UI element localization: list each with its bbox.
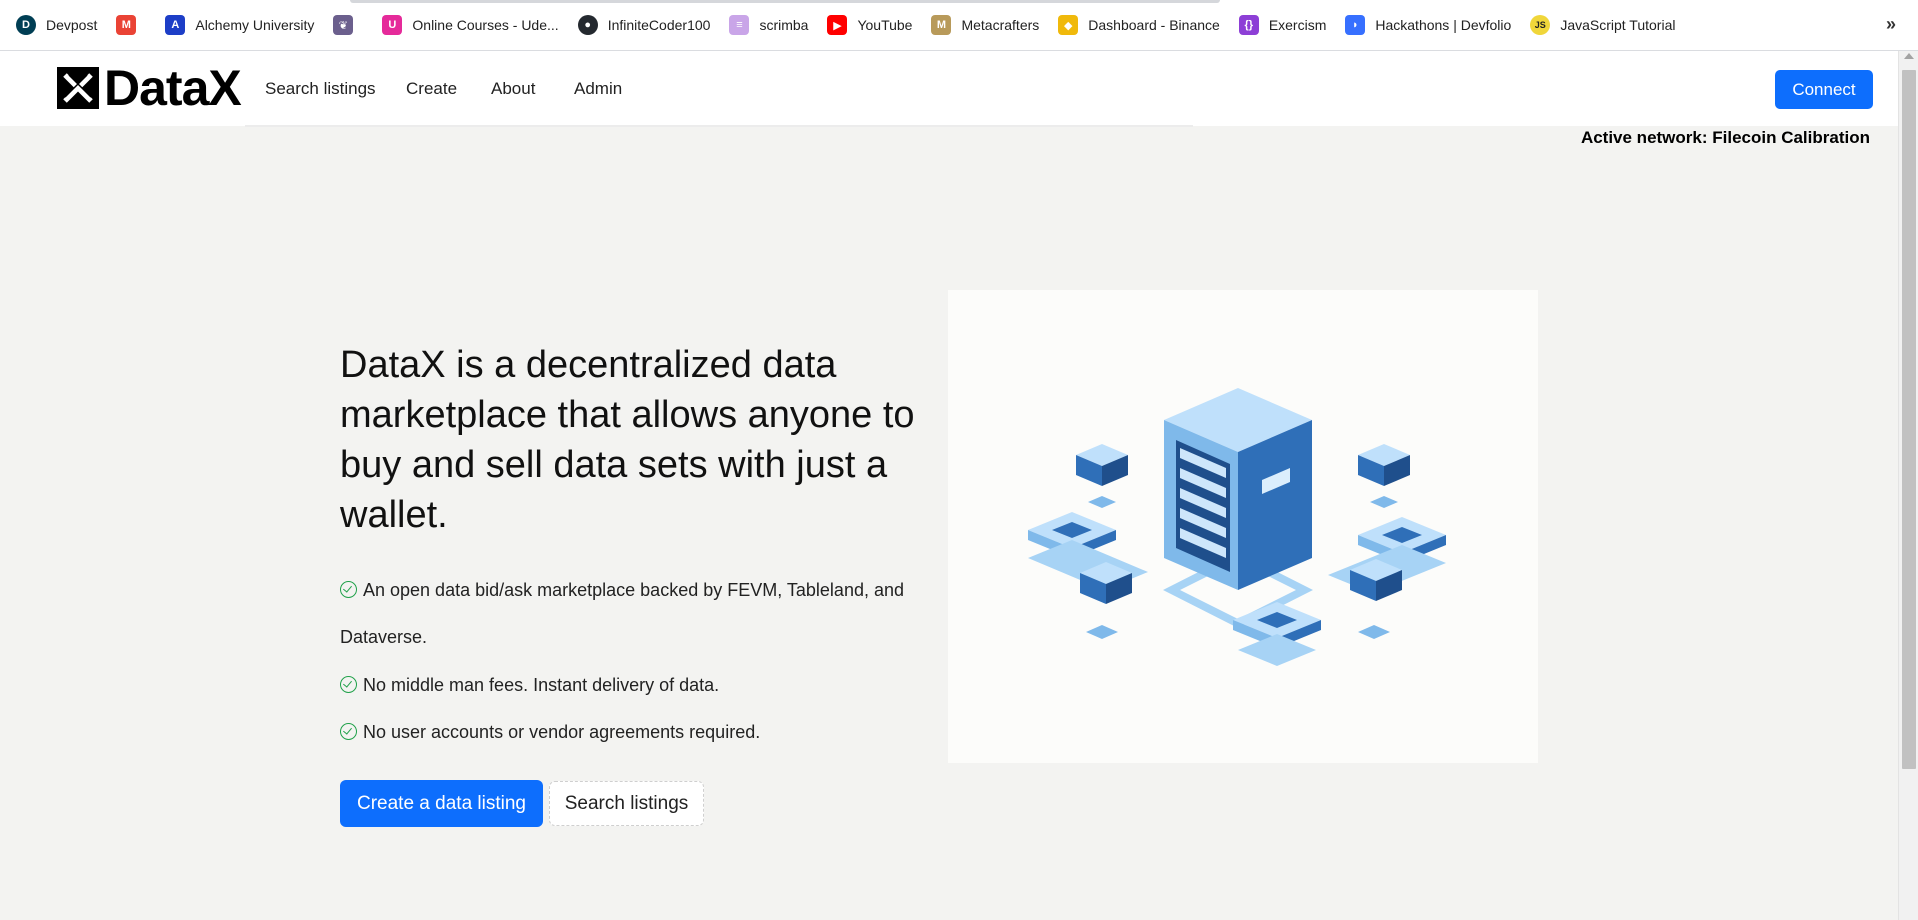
bird-icon: ❦: [333, 15, 354, 35]
bookmark-dashboard-binance[interactable]: ◆ Dashboard - Binance: [1058, 0, 1220, 51]
bookmark-infinitecoder100[interactable]: ● InfiniteCoder100: [577, 0, 711, 51]
check-circle-icon: [340, 581, 357, 598]
bookmark-gmail[interactable]: M: [116, 0, 146, 51]
bookmark-label: Metacrafters: [961, 17, 1040, 33]
bookmark-label: Dashboard - Binance: [1088, 17, 1220, 33]
nav-create[interactable]: Create: [406, 79, 457, 99]
bookmark-label: scrimba: [759, 17, 809, 33]
feature-item: An open data bid/ask marketplace backed …: [340, 567, 940, 661]
feature-text: No user accounts or vendor agreements re…: [363, 722, 761, 742]
bookmark-alchemy-university[interactable]: A Alchemy University: [165, 0, 314, 51]
bookmark-label: YouTube: [857, 17, 913, 33]
feature-item: No user accounts or vendor agreements re…: [340, 709, 760, 756]
connect-button[interactable]: Connect: [1775, 70, 1873, 109]
navbar: DataX Search listings Create About Admin…: [0, 51, 1898, 126]
scrimba-icon: ≡: [729, 15, 750, 35]
exercism-icon: {}: [1238, 15, 1259, 35]
feature-text: No middle man fees. Instant delivery of …: [363, 675, 720, 695]
bookmark-label: Devpost: [46, 17, 98, 33]
udemy-icon: U: [382, 15, 403, 35]
youtube-icon: ▶: [827, 15, 848, 35]
nav-about[interactable]: About: [491, 79, 535, 99]
check-circle-icon: [340, 723, 357, 740]
logo-text: DataX: [104, 60, 242, 116]
active-network-label: Active network: Filecoin Calibration: [1580, 128, 1870, 147]
javascript-icon: JS: [1530, 15, 1551, 35]
bookmark-exercism[interactable]: {} Exercism: [1238, 0, 1327, 51]
navbar-divider: [245, 125, 1193, 127]
server-illustration: [948, 290, 1538, 763]
bookmark-label: Online Courses - Ude...: [412, 17, 559, 33]
scrollbar-thumb[interactable]: [1902, 70, 1916, 769]
bookmarks-overflow-button[interactable]: »: [1886, 14, 1896, 35]
check-circle-icon: [340, 676, 357, 693]
logo[interactable]: DataX: [57, 60, 242, 116]
metacrafters-icon: M: [931, 15, 952, 35]
bookmark-label: Hackathons | Devfolio: [1375, 17, 1512, 33]
hero-heading: DataX is a decentralized data marketplac…: [340, 344, 915, 536]
bookmarks-bar: D Devpost M A Alchemy University ❦ U Online Cou…: [0, 0, 1918, 51]
binance-icon: ◆: [1058, 15, 1079, 35]
feature-text: An open data bid/ask marketplace backed …: [340, 580, 905, 647]
bookmark-label: Alchemy University: [195, 17, 315, 33]
page-scrollbar[interactable]: [1898, 51, 1918, 920]
server-rack-icon: [1028, 388, 1446, 666]
devfolio-icon: ◗: [1345, 15, 1366, 35]
bookmark-online-courses-ude[interactable]: U Online Courses - Ude...: [382, 0, 559, 51]
gmail-icon: M: [116, 15, 137, 35]
bookmark-label: Exercism: [1268, 17, 1327, 33]
bookmark-label: InfiniteCoder100: [607, 17, 711, 33]
search-listings-button[interactable]: Search listings: [549, 781, 704, 826]
github-icon: ●: [577, 15, 598, 35]
nav-admin[interactable]: Admin: [574, 79, 622, 99]
bookmark-bird[interactable]: ❦: [333, 0, 363, 51]
bookmark-youtube[interactable]: ▶ YouTube: [827, 0, 912, 51]
bookmark-devpost[interactable]: D Devpost: [16, 0, 97, 51]
bookmark-label: JavaScript Tutorial: [1560, 17, 1676, 33]
scroll-up-icon[interactable]: [1904, 53, 1914, 59]
bookmark-scrimba[interactable]: ≡ scrimba: [729, 0, 808, 51]
create-listing-button[interactable]: Create a data listing: [340, 780, 543, 827]
bookmark-hackathons-devfolio[interactable]: ◗ Hackathons | Devfolio: [1345, 0, 1511, 51]
tab-strip-edge: [350, 0, 1220, 3]
nav-search-listings[interactable]: Search listings: [265, 79, 376, 99]
alchemy-icon: A: [165, 15, 186, 35]
feature-item: No middle man fees. Instant delivery of …: [340, 662, 719, 709]
logo-x-icon: [57, 67, 99, 109]
bookmark-metacrafters[interactable]: M Metacrafters: [931, 0, 1039, 51]
bookmark-javascript-tutorial[interactable]: JS JavaScript Tutorial: [1530, 0, 1675, 51]
devpost-icon: D: [16, 15, 36, 35]
